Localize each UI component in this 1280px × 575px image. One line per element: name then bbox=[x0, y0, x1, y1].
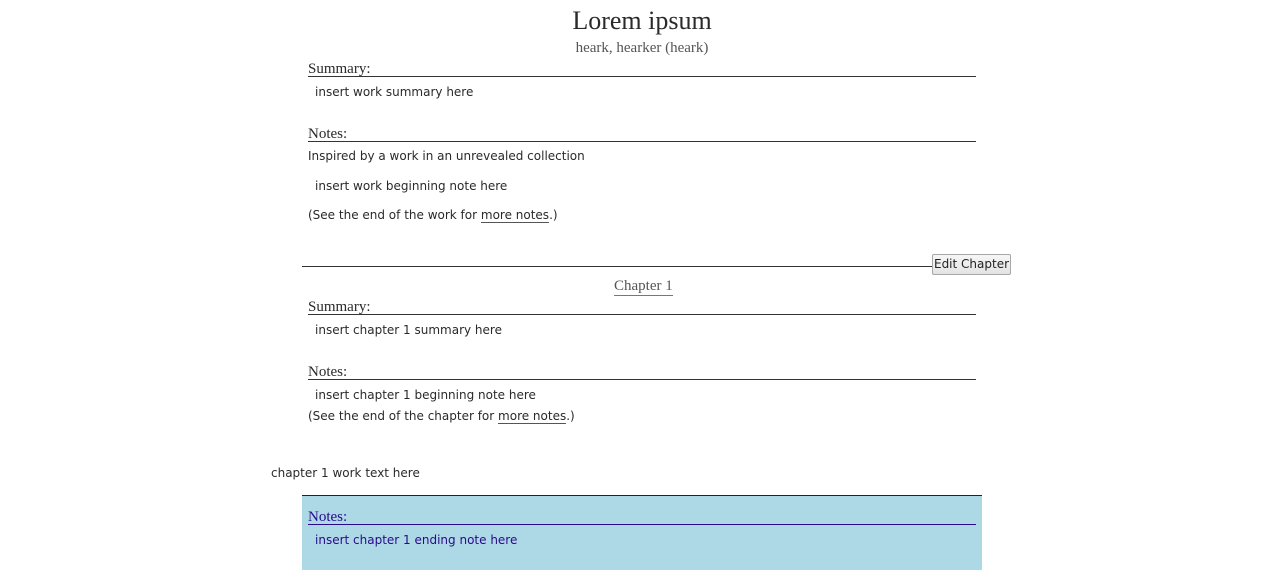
work-notes-heading: Notes: bbox=[308, 126, 976, 142]
work-end-notes-suffix: .) bbox=[549, 208, 558, 222]
chapter-divider bbox=[302, 266, 932, 267]
work-page: Lorem ipsum heark, hearker (heark) Summa… bbox=[0, 0, 1280, 575]
chapter-end-notes-heading: Notes: bbox=[308, 509, 976, 525]
chapter-end-notes-panel: Notes: insert chapter 1 ending note here bbox=[302, 495, 982, 570]
chapter-more-notes-link[interactable]: more notes bbox=[498, 409, 567, 424]
work-end-notes-pointer: (See the end of the work for more notes.… bbox=[308, 208, 558, 223]
work-byline: heark, hearker (heark) bbox=[575, 40, 709, 56]
chapter-notes-heading: Notes: bbox=[308, 364, 976, 380]
work-beginning-note: insert work beginning note here bbox=[315, 179, 508, 193]
inspired-by-text: Inspired by a work in an unrevealed coll… bbox=[308, 149, 585, 163]
work-summary-heading: Summary: bbox=[308, 61, 976, 77]
work-title: Lorem ipsum bbox=[572, 6, 712, 35]
work-more-notes-link[interactable]: more notes bbox=[480, 208, 550, 223]
chapter-summary-heading: Summary: bbox=[308, 299, 976, 315]
work-summary-text: insert work summary here bbox=[315, 85, 474, 99]
edit-chapter-button[interactable]: Edit Chapter bbox=[932, 254, 1011, 275]
chapter-end-notes-suffix: .) bbox=[566, 409, 575, 423]
chapter-beginning-note: insert chapter 1 beginning note here bbox=[315, 388, 536, 402]
chapter-work-text: chapter 1 work text here bbox=[271, 466, 420, 480]
chapter-summary-text: insert chapter 1 summary here bbox=[315, 323, 502, 337]
chapter-end-notes-prefix: (See the end of the chapter for bbox=[308, 409, 499, 423]
chapter-ending-note: insert chapter 1 ending note here bbox=[315, 533, 518, 547]
chapter-end-notes-pointer: (See the end of the chapter for more not… bbox=[308, 409, 575, 424]
work-end-notes-prefix: (See the end of the work for bbox=[308, 208, 481, 222]
chapter-title-link[interactable]: Chapter 1 bbox=[614, 279, 673, 296]
